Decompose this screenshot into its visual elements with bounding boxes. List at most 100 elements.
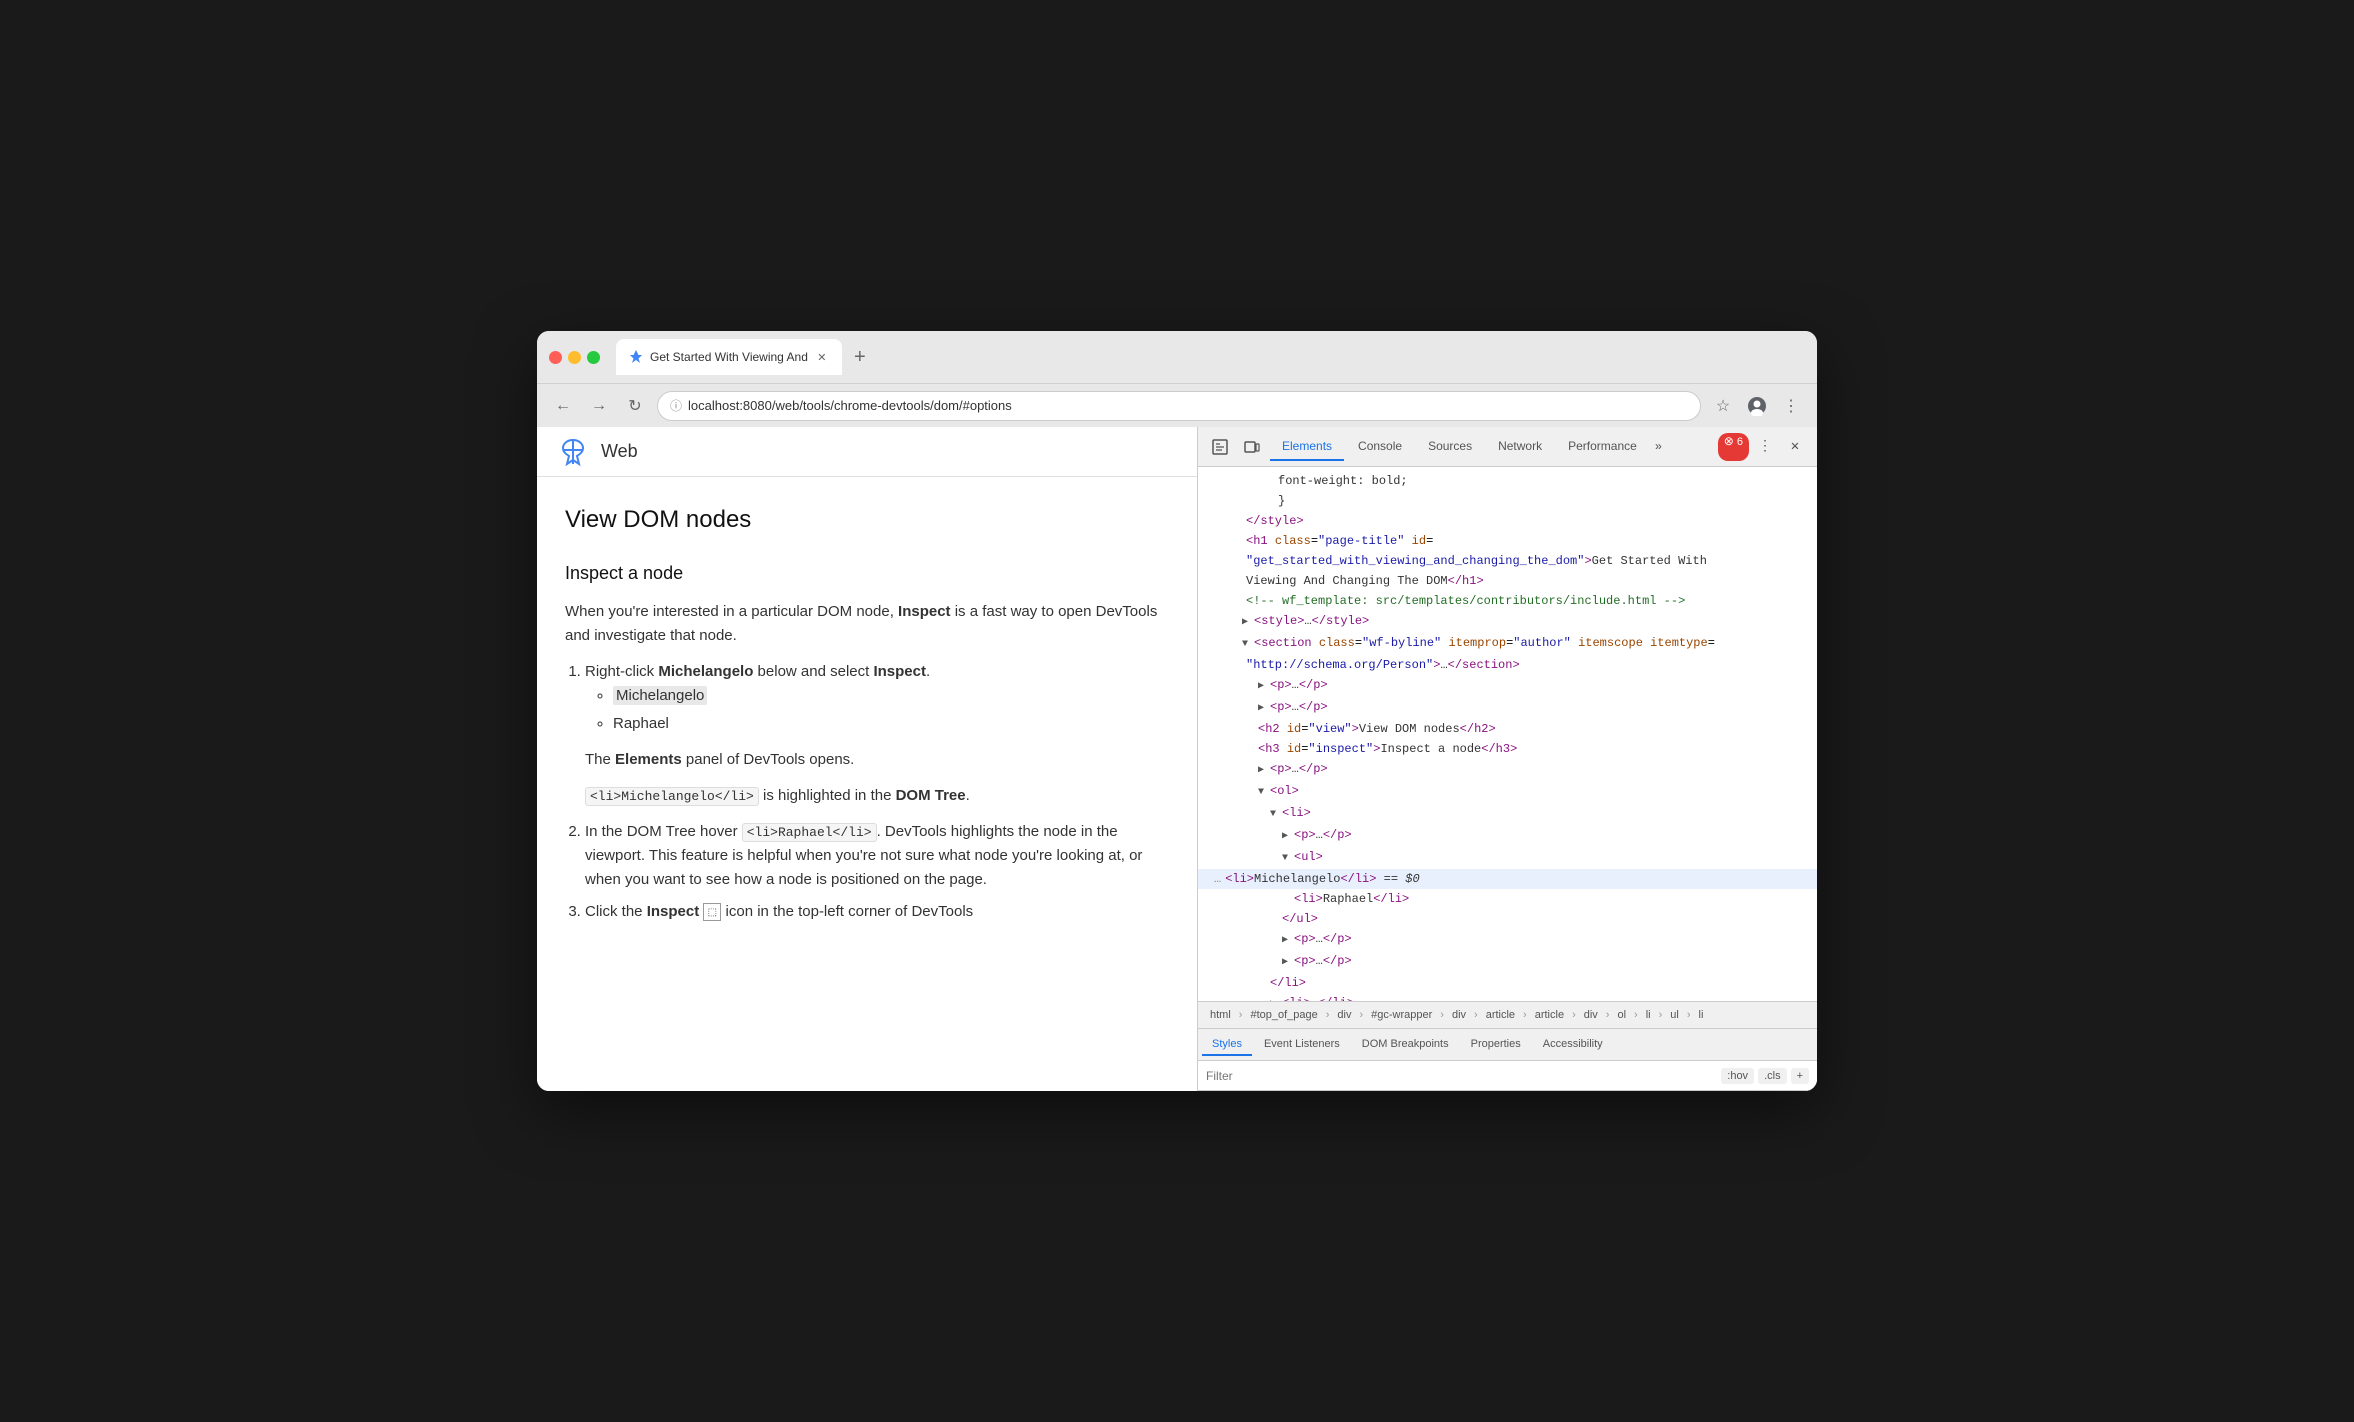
site-name: Web <box>601 441 638 462</box>
new-tab-button[interactable]: + <box>846 343 874 371</box>
dom-line-comment: <!-- wf_template: src/templates/contribu… <box>1198 591 1817 611</box>
dom-line-p5[interactable]: ▶<p>…</p> <box>1198 951 1817 973</box>
accessibility-tab[interactable]: Accessibility <box>1533 1034 1613 1056</box>
name-raphael: Raphael <box>613 712 1169 736</box>
bc-article1[interactable]: article <box>1482 1007 1519 1023</box>
bc-div3[interactable]: div <box>1580 1007 1602 1023</box>
page-body: View DOM nodes Inspect a node When you'r… <box>537 477 1197 960</box>
dom-line-li-raphael[interactable]: <li>Raphael</li> <box>1198 889 1817 909</box>
close-devtools-icon[interactable]: ✕ <box>1781 433 1809 461</box>
active-tab[interactable]: Get Started With Viewing And ✕ <box>616 339 842 375</box>
bc-li1[interactable]: li <box>1642 1007 1655 1023</box>
breadcrumb-bar: html › #top_of_page › div › #gc-wrapper … <box>1198 1001 1817 1029</box>
dom-line-li-michelangelo[interactable]: … <li>Michelangelo</li> == $0 <box>1198 869 1817 889</box>
dom-tree-bold: DOM Tree <box>896 787 966 804</box>
dom-line-p4[interactable]: ▶<p>…</p> <box>1198 929 1817 951</box>
bookmark-icon[interactable]: ☆ <box>1709 392 1737 420</box>
dom-line-ul[interactable]: ▼<ul> <box>1198 847 1817 869</box>
tab-network[interactable]: Network <box>1486 433 1554 461</box>
tab-performance[interactable]: Performance <box>1556 433 1649 461</box>
error-count: 6 <box>1737 436 1743 448</box>
step-2: In the DOM Tree hover <li>Raphael</li>. … <box>585 820 1169 892</box>
close-button[interactable] <box>549 351 562 364</box>
back-button[interactable]: ← <box>549 392 577 420</box>
bc-article2[interactable]: article <box>1531 1007 1568 1023</box>
bc-gc-wrapper[interactable]: #gc-wrapper <box>1367 1007 1436 1023</box>
dom-line-section-url: "http://schema.org/Person">…</section> <box>1198 655 1817 675</box>
add-style-rule[interactable]: + <box>1791 1068 1809 1084</box>
page-content: Web View DOM nodes Inspect a node When y… <box>537 427 1197 1091</box>
dom-line-h1: <h1 class="page-title" id= <box>1198 531 1817 551</box>
step-1: Right-click Michelangelo below and selec… <box>585 660 1169 808</box>
tab-close-button[interactable]: ✕ <box>814 349 830 365</box>
hov-filter[interactable]: :hov <box>1721 1068 1754 1084</box>
dom-line-p1[interactable]: ▶<p>…</p> <box>1198 675 1817 697</box>
bc-top-of-page[interactable]: #top_of_page <box>1246 1007 1321 1023</box>
dom-line-p3[interactable]: ▶<p>…</p> <box>1198 759 1817 781</box>
dom-line-li-close: </li> <box>1198 973 1817 993</box>
names-list: Michelangelo Raphael <box>613 684 1169 736</box>
dom-line-css2: } <box>1198 491 1817 511</box>
page-header: Web <box>537 427 1197 477</box>
main-content: Web View DOM nodes Inspect a node When y… <box>537 427 1817 1091</box>
dom-line-li1[interactable]: ▼<li> <box>1198 803 1817 825</box>
step-3: Click the Inspect ⬚ icon in the top-left… <box>585 900 1169 924</box>
dom-line-style-close: </style> <box>1198 511 1817 531</box>
dom-line-ol[interactable]: ▼<ol> <box>1198 781 1817 803</box>
bc-div2[interactable]: div <box>1448 1007 1470 1023</box>
url-bar[interactable]: ⓘ localhost:8080/web/tools/chrome-devtoo… <box>657 391 1701 421</box>
tab-favicon <box>628 349 644 365</box>
sub-heading: Inspect a node <box>565 559 1169 588</box>
dom-line-h1-id: "get_started_with_viewing_and_changing_t… <box>1198 551 1817 571</box>
dom-breakpoints-tab[interactable]: DOM Breakpoints <box>1352 1034 1459 1056</box>
raphael-code: <li>Raphael</li> <box>742 823 877 842</box>
dom-line-section[interactable]: ▼<section class="wf-byline" itemprop="au… <box>1198 633 1817 655</box>
bc-ul[interactable]: ul <box>1666 1007 1683 1023</box>
device-toggle-icon[interactable] <box>1238 433 1266 461</box>
dom-tree[interactable]: font-weight: bold; } </style> <h1 class=… <box>1198 467 1817 1001</box>
dom-line-style-collapsed[interactable]: ▶<style>…</style> <box>1198 611 1817 633</box>
dom-line-li2[interactable]: ▶<li>…</li> <box>1198 993 1817 1001</box>
dom-line-h3: <h3 id="inspect">Inspect a node</h3> <box>1198 739 1817 759</box>
dom-line-h1-text: Viewing And Changing The DOM</h1> <box>1198 571 1817 591</box>
dom-line-h2: <h2 id="view">View DOM nodes</h2> <box>1198 719 1817 739</box>
maximize-button[interactable] <box>587 351 600 364</box>
more-tabs-button[interactable]: » <box>1651 440 1666 454</box>
devtools-actions: ⊗ 6 ⋮ ✕ <box>1718 433 1809 461</box>
event-listeners-tab[interactable]: Event Listeners <box>1254 1034 1350 1056</box>
tab-console[interactable]: Console <box>1346 433 1414 461</box>
cls-filter[interactable]: .cls <box>1758 1068 1787 1084</box>
tab-sources[interactable]: Sources <box>1416 433 1484 461</box>
bc-html[interactable]: html <box>1206 1007 1235 1023</box>
styles-panel-tabs: Styles Event Listeners DOM Breakpoints P… <box>1198 1029 1817 1061</box>
elements-note: The Elements panel of DevTools opens. <box>585 748 1169 772</box>
filter-actions: :hov .cls + <box>1721 1068 1809 1084</box>
inspect-label: Inspect <box>873 663 926 680</box>
michelangelo-name: Michelangelo <box>658 663 753 680</box>
minimize-button[interactable] <box>568 351 581 364</box>
address-bar: ← → ↻ ⓘ localhost:8080/web/tools/chrome-… <box>537 383 1817 427</box>
menu-icon[interactable]: ⋮ <box>1777 392 1805 420</box>
account-icon[interactable] <box>1743 392 1771 420</box>
tab-elements[interactable]: Elements <box>1270 433 1344 461</box>
code-note: <li>Michelangelo</li> is highlighted in … <box>585 784 1169 808</box>
dom-line-p2[interactable]: ▶<p>…</p> <box>1198 697 1817 719</box>
dom-line-li-p[interactable]: ▶<p>…</p> <box>1198 825 1817 847</box>
forward-button[interactable]: → <box>585 392 613 420</box>
styles-filter-bar: :hov .cls + <box>1198 1061 1817 1091</box>
bc-div1[interactable]: div <box>1333 1007 1355 1023</box>
main-heading: View DOM nodes <box>565 501 1169 539</box>
step1-text: Right-click Michelangelo below and selec… <box>585 663 930 680</box>
reload-button[interactable]: ↻ <box>621 392 649 420</box>
url-text: localhost:8080/web/tools/chrome-devtools… <box>688 398 1012 413</box>
error-badge: ⊗ 6 <box>1718 433 1749 461</box>
properties-tab[interactable]: Properties <box>1461 1034 1531 1056</box>
styles-filter-input[interactable] <box>1206 1069 1713 1083</box>
step2-text: In the DOM Tree hover <li>Raphael</li>. … <box>585 823 1142 888</box>
dom-line-ul-close: </ul> <box>1198 909 1817 929</box>
devtools-menu-icon[interactable]: ⋮ <box>1751 433 1779 461</box>
inspect-element-icon[interactable] <box>1206 433 1234 461</box>
styles-tab[interactable]: Styles <box>1202 1034 1252 1056</box>
bc-ol[interactable]: ol <box>1613 1007 1630 1023</box>
bc-li2[interactable]: li <box>1695 1007 1708 1023</box>
